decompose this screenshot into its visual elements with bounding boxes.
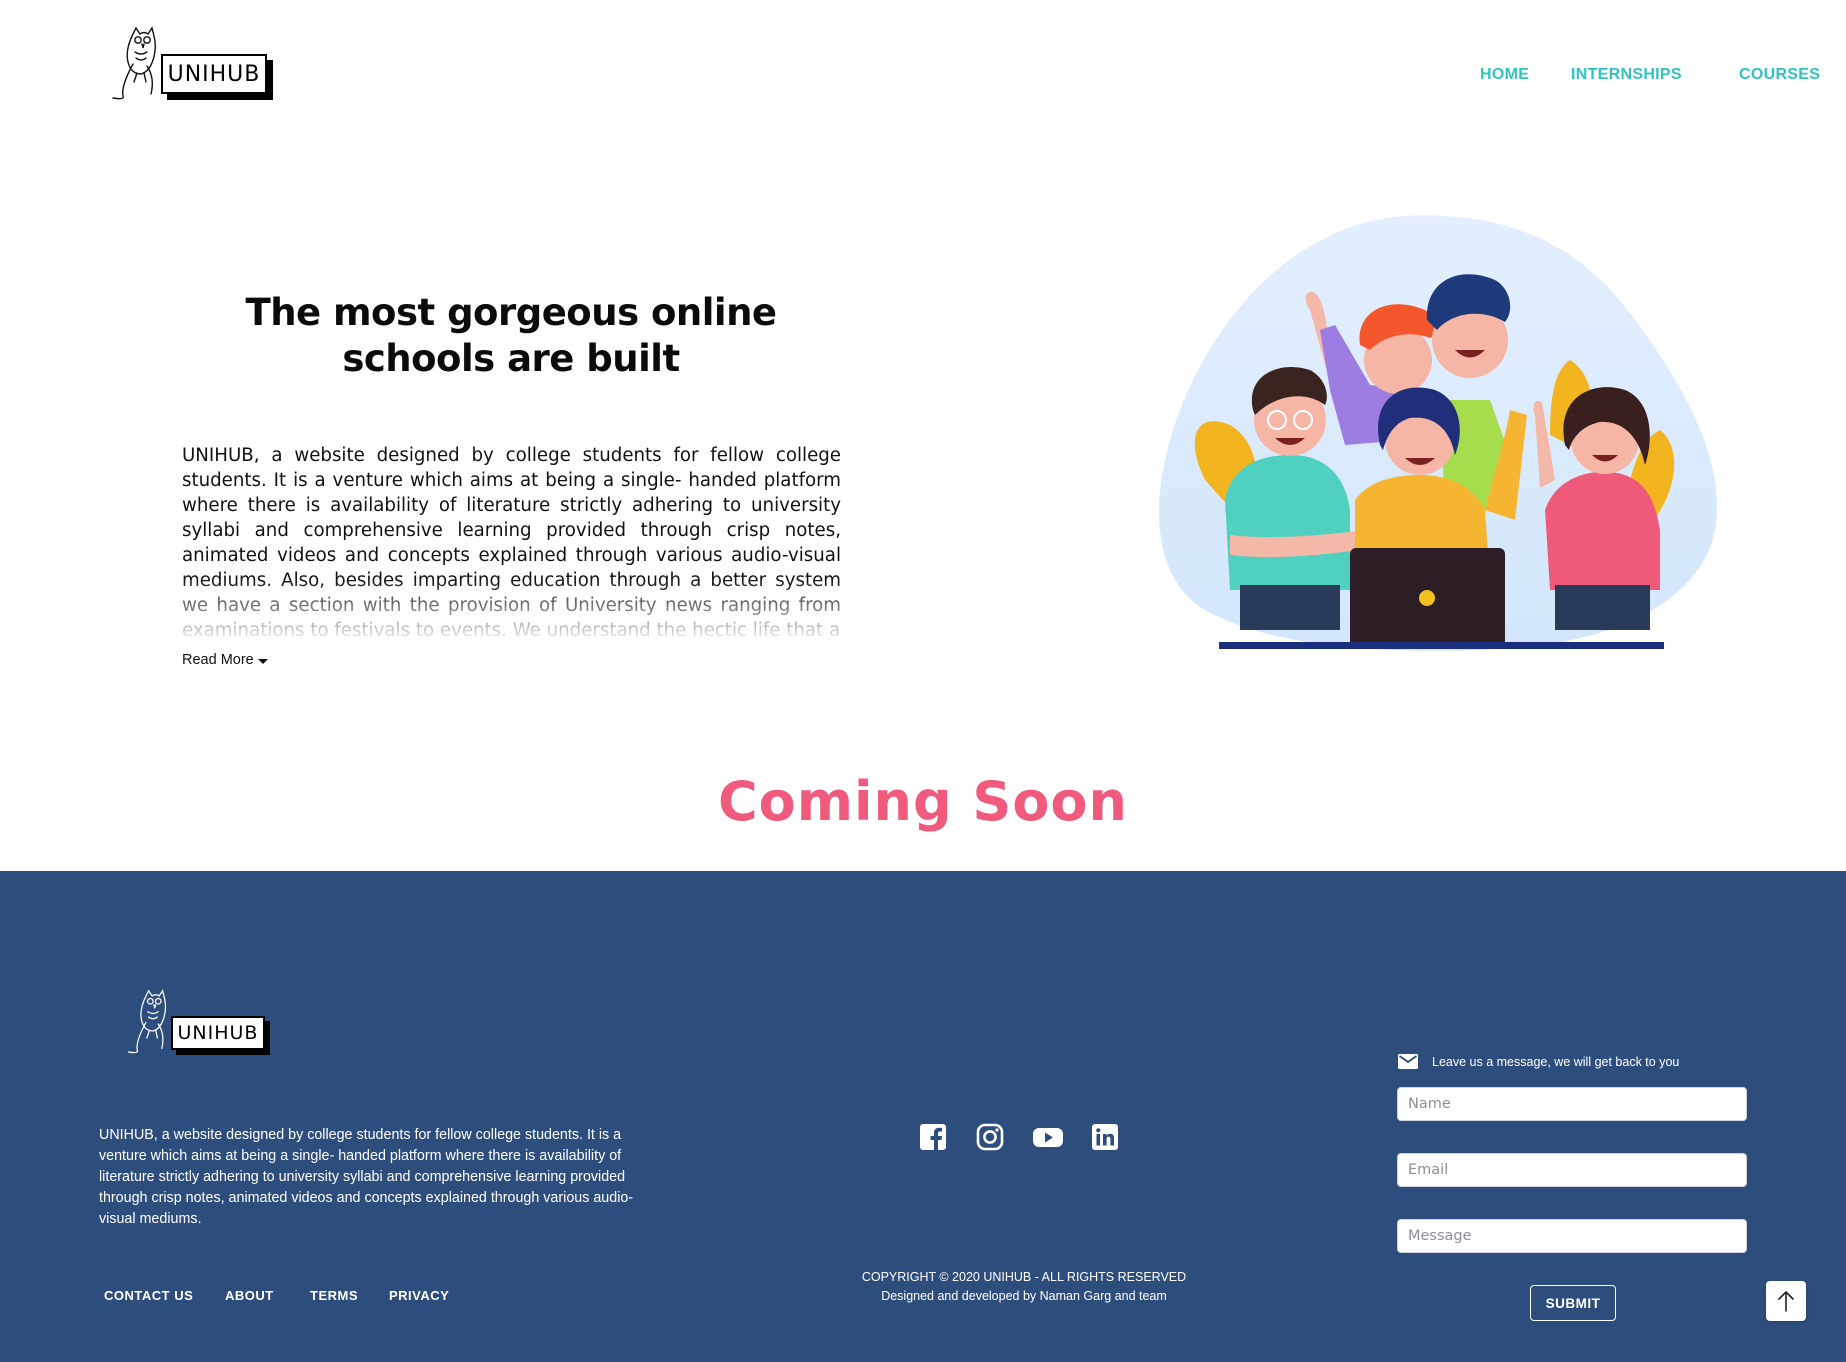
linkedin-icon[interactable] [1091, 1123, 1119, 1151]
text-fade-overlay [182, 579, 841, 639]
footer-logo[interactable]: UNIHUB [126, 989, 276, 1059]
coming-soon-heading: Coming Soon [718, 770, 1128, 833]
message-input[interactable] [1397, 1219, 1747, 1253]
nav-home[interactable]: HOME [1480, 66, 1529, 84]
scroll-to-top-button[interactable] [1766, 1281, 1806, 1321]
footer-link-terms[interactable]: TERMS [310, 1288, 358, 1303]
footer-link-about[interactable]: ABOUT [225, 1288, 274, 1303]
read-more-button[interactable]: Read More [182, 652, 268, 668]
site-footer: UNIHUB UNIHUB, a website designed by col… [0, 871, 1846, 1362]
mail-icon [1398, 1054, 1418, 1069]
email-input[interactable] [1397, 1153, 1747, 1187]
read-more-label: Read More [182, 652, 254, 668]
footer-link-privacy[interactable]: PRIVACY [389, 1288, 449, 1303]
footer-links: CONTACT US ABOUT TERMS PRIVACY [0, 1288, 600, 1308]
logo-text: UNIHUB [171, 1016, 265, 1050]
copyright: COPYRIGHT © 2020 UNIHUB - ALL RIGHTS RES… [824, 1268, 1224, 1306]
hero-description-container: UNIHUB, a website designed by college st… [182, 443, 841, 639]
footer-link-contact[interactable]: CONTACT US [104, 1288, 193, 1303]
credits-text: Designed and developed by Naman Garg and… [881, 1289, 1167, 1303]
hero-title-line-1: The most gorgeous online [245, 291, 777, 334]
youtube-icon[interactable] [1033, 1123, 1063, 1151]
nav-courses[interactable]: COURSES [1739, 66, 1820, 84]
social-links [0, 1123, 1846, 1153]
instagram-icon[interactable] [976, 1123, 1004, 1151]
copyright-text: COPYRIGHT © 2020 UNIHUB - ALL RIGHTS RES… [861, 1270, 1187, 1284]
name-input[interactable] [1397, 1087, 1747, 1121]
submit-button[interactable]: SUBMIT [1530, 1285, 1616, 1321]
caret-down-icon [257, 659, 268, 664]
hero-title: The most gorgeous online schools are bui… [181, 290, 841, 382]
nav-internships[interactable]: INTERNSHIPS [1571, 66, 1682, 84]
hero-title-line-2: schools are built [342, 337, 680, 380]
arrow-up-icon [1778, 1291, 1794, 1312]
site-header: UNIHUB HOME INTERNSHIPS COURSES [0, 0, 1846, 150]
contact-form-heading-text: Leave us a message, we will get back to … [1432, 1054, 1680, 1069]
students-illustration [1159, 215, 1717, 651]
main-nav: HOME INTERNSHIPS COURSES [0, 66, 1846, 86]
facebook-icon[interactable] [919, 1123, 947, 1151]
contact-form-heading: Leave us a message, we will get back to … [1398, 1054, 1679, 1069]
